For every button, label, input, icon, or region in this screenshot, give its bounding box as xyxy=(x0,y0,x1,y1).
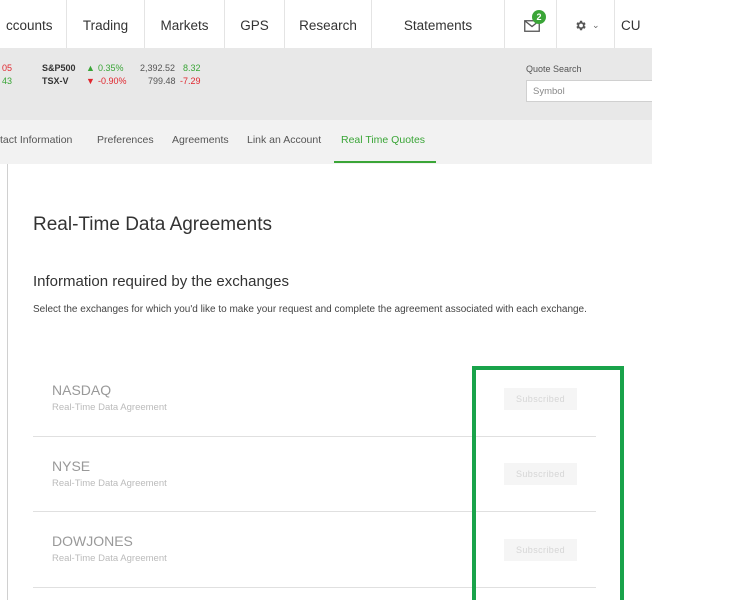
caret-down-icon: ▼ xyxy=(86,76,95,86)
nav-item-gps[interactable]: GPS xyxy=(225,0,285,48)
subnav-item-agreements[interactable]: Agreements xyxy=(172,134,229,146)
highlight-annotation-box xyxy=(472,366,624,600)
caret-up-icon: ▲ xyxy=(86,63,95,73)
nav-item-research[interactable]: Research xyxy=(285,0,372,48)
ticker-symbol: S&P500 xyxy=(42,63,76,73)
nav-item-statements[interactable]: Statements xyxy=(372,0,505,48)
page-title: Real-Time Data Agreements xyxy=(33,214,273,235)
exchange-name: NASDAQ xyxy=(52,382,112,398)
ticker-symbol: TSX-V xyxy=(42,76,69,86)
section-title: Information required by the exchanges xyxy=(33,273,289,290)
subnav-item-preferences[interactable]: Preferences xyxy=(97,134,154,146)
messages-button[interactable] xyxy=(505,0,557,48)
nav-item-markets[interactable]: Markets xyxy=(145,0,225,48)
subnav-item-link-an-account[interactable]: Link an Account xyxy=(247,134,321,146)
nav-item-accounts[interactable]: ccounts xyxy=(0,0,67,48)
ticker-change-pct: 0.35% xyxy=(98,63,124,73)
ticker-change: -7.29 xyxy=(180,76,201,86)
messages-count-badge: 2 xyxy=(532,10,546,24)
exchange-agreement-label: Real-Time Data Agreement xyxy=(52,478,167,489)
ticker-partial-value: 05 xyxy=(2,63,13,73)
gear-icon xyxy=(576,20,586,31)
exchange-agreement-label: Real-Time Data Agreement xyxy=(52,402,167,413)
exchange-name: NYSE xyxy=(52,458,91,474)
section-description: Select the exchanges for which you'd lik… xyxy=(33,304,587,315)
content-left-border xyxy=(7,164,8,600)
quote-search-label: Quote Search xyxy=(526,64,582,74)
subnav-item-real-time-quotes[interactable]: Real Time Quotes xyxy=(341,134,425,146)
subnav-item-contact-information[interactable]: tact Information xyxy=(0,134,72,146)
user-menu[interactable]: CU xyxy=(615,0,652,48)
active-tab-indicator xyxy=(334,161,436,163)
top-navigation: ccounts Trading Markets GPS Research Sta… xyxy=(0,0,652,49)
nav-item-trading[interactable]: Trading xyxy=(67,0,145,48)
ticker-value: 799.48 xyxy=(148,76,176,86)
ticker-value: 2,392.52 xyxy=(140,63,176,73)
ticker-change: 8.32 xyxy=(183,63,201,73)
quote-search-input[interactable] xyxy=(526,80,652,102)
exchange-agreement-label: Real-Time Data Agreement xyxy=(52,553,167,564)
settings-button[interactable]: ⌄ xyxy=(557,0,615,48)
ticker-change-pct: -0.90% xyxy=(98,76,127,86)
exchange-name: DOWJONES xyxy=(52,533,133,549)
chevron-down-icon: ⌄ xyxy=(592,20,600,30)
ticker-partial-value: 43 xyxy=(2,76,13,86)
